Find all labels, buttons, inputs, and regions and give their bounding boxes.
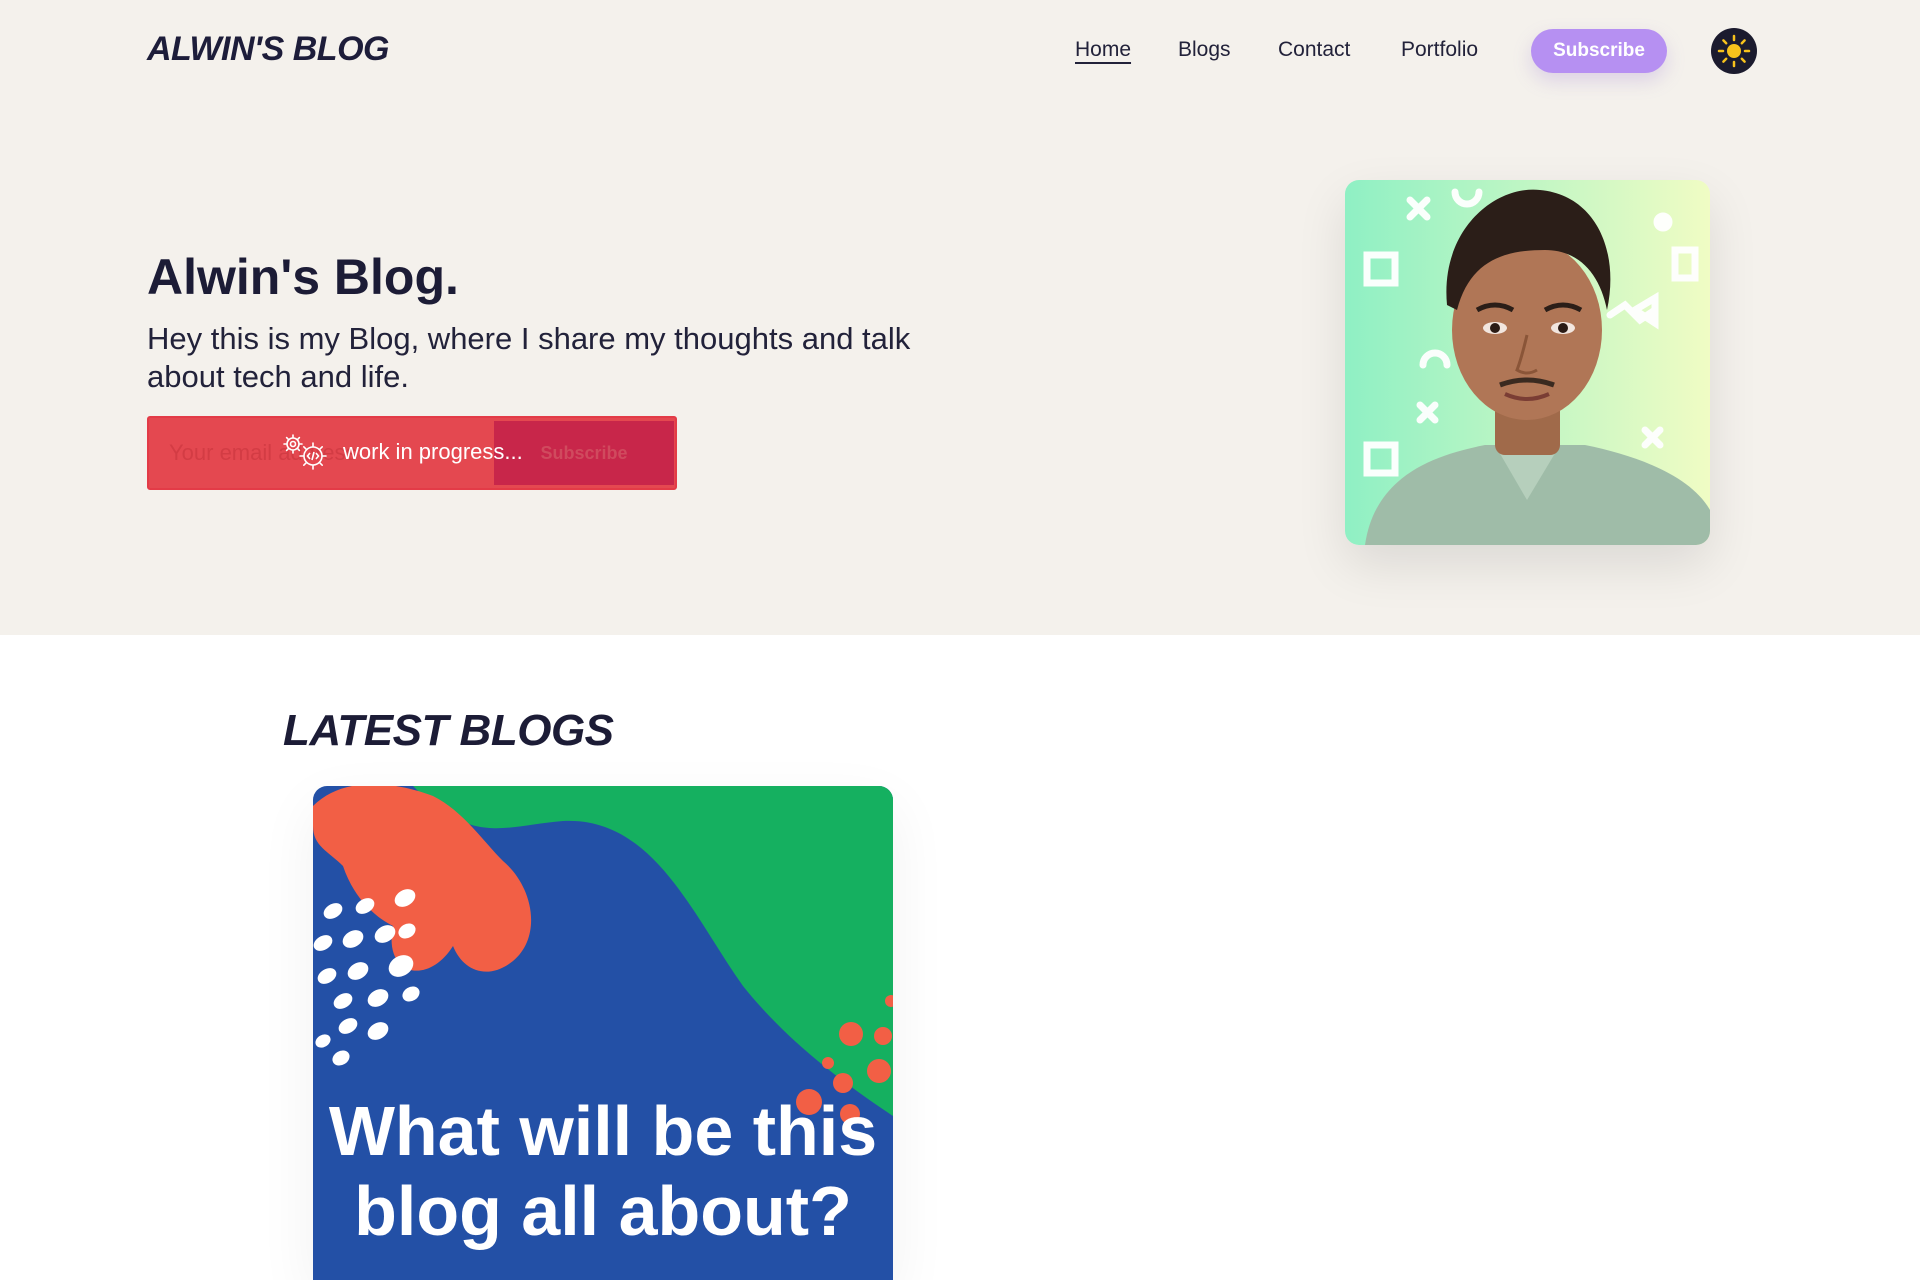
theme-toggle-button[interactable] — [1711, 28, 1757, 74]
gears-icon — [283, 434, 327, 470]
avatar-image — [1345, 180, 1710, 545]
newsletter-form: Subscribe — [147, 416, 677, 490]
top-nav: ALWIN'S BLOG Home Blogs Contact Portfoli… — [0, 0, 1920, 100]
wip-text: work in progress... — [343, 439, 523, 464]
hero-subtitle: Hey this is my Blog, where I share my th… — [147, 321, 911, 394]
nav-link-home[interactable]: Home — [1075, 38, 1131, 62]
profile-photo — [1345, 180, 1710, 545]
hero-title: Alwin's Blog. — [147, 249, 459, 305]
blog-card[interactable]: What will be this blog all about? — [313, 786, 893, 1280]
nav-link-blogs[interactable]: Blogs — [1178, 38, 1231, 62]
blog-card-title: What will be this blog all about? — [328, 1092, 878, 1250]
nav-link-portfolio[interactable]: Portfolio — [1401, 38, 1478, 62]
subscribe-button[interactable]: Subscribe — [1531, 29, 1667, 73]
site-logo[interactable]: ALWIN'S BLOG — [147, 30, 389, 69]
sun-icon — [1717, 34, 1751, 68]
nav-link-contact[interactable]: Contact — [1278, 38, 1350, 62]
work-in-progress-overlay: work in progress... — [279, 432, 523, 472]
latest-blogs-heading: LATEST BLOGS — [283, 706, 614, 755]
